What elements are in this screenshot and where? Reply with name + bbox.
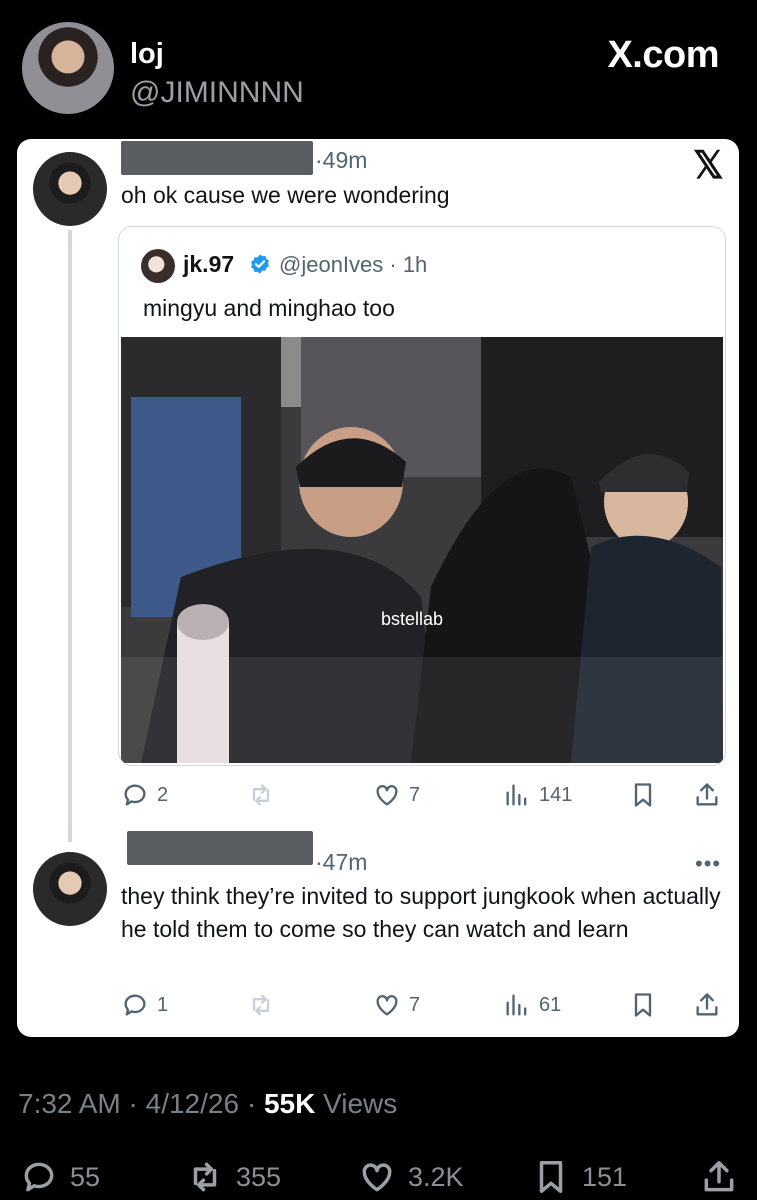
reply-icon [24,1162,54,1192]
reply-icon [124,994,146,1016]
bookmark-icon [634,783,652,807]
reply2-like-button[interactable]: 7 [373,991,420,1019]
share-button[interactable] [700,1158,738,1196]
likes-button[interactable]: 3.2K [358,1158,464,1196]
verified-badge-icon [251,254,269,274]
views-icon [506,784,527,806]
replies-button[interactable]: 55 [20,1158,100,1196]
redacted-username [121,141,313,175]
quote-avatar[interactable] [141,249,175,283]
tweet-meta: 7:32 AM · 4/12/26 · 55K Views [18,1088,398,1119]
reply1-views-button[interactable]: 141 [503,781,572,809]
redacted-username [127,831,313,865]
quote-photo[interactable] [121,337,723,763]
share-icon [696,993,718,1016]
quote-text: mingyu and minghao too [143,295,395,321]
reposts-count: 355 [236,1161,282,1192]
author-avatar[interactable] [22,22,114,114]
reply2-repost-button[interactable] [247,991,275,1019]
repost-icon [193,1162,217,1192]
like-count: 7 [409,783,421,806]
reply1-time: ·49m [315,147,368,173]
repost-icon [252,784,270,806]
views-icon [506,994,527,1016]
share-icon [696,783,718,806]
quote-handle[interactable]: @jeonIves · 1h [279,252,427,278]
reply1-repost-button[interactable] [247,781,275,809]
reply2-time: ·47m [315,849,368,875]
views-total: 55K [263,1088,316,1119]
reposts-button[interactable]: 355 [186,1158,281,1196]
reply2-views-button[interactable]: 61 [503,991,561,1019]
reply1-like-button[interactable]: 7 [373,781,420,809]
reply-count: 2 [157,783,169,806]
quote-author-name[interactable]: jk.97 [183,251,234,278]
author-handle[interactable]: @JIMINNNN [130,76,304,110]
author-name[interactable]: loj [130,38,164,71]
bookmark-icon [634,993,652,1017]
reply2-reply-button[interactable]: 1 [121,991,168,1019]
more-icon[interactable]: ••• [695,851,721,877]
bookmarks-button[interactable]: 151 [532,1158,627,1196]
reply2-share-button[interactable] [693,991,721,1019]
views-count: 141 [539,783,573,806]
reply-count: 1 [157,993,169,1016]
reply1-share-button[interactable] [693,781,721,809]
tweet-time: 7:32 AM [18,1088,121,1119]
repost-icon [252,994,270,1016]
bookmark-icon [539,1161,563,1193]
likes-count: 3.2K [408,1161,464,1192]
replies-count: 55 [70,1161,101,1192]
quoted-tweet[interactable]: jk.97 @jeonIves · 1h mingyu and minghao … [118,226,726,766]
reply2-avatar[interactable] [33,852,107,926]
reply1-reply-button[interactable]: 2 [121,781,168,809]
photo-watermark: bstellab [381,609,444,629]
reply2-text: they think they’re invited to support ju… [121,883,721,942]
brand-label: X.com [607,34,719,76]
reply-icon [124,784,146,806]
x-logo-icon: 𝕏 [693,145,724,187]
share-icon [704,1161,734,1192]
like-icon [376,785,398,806]
embedded-tweet-card: ·49m 𝕏 oh ok cause we were wondering jk.… [17,139,739,1037]
bookmarks-count: 151 [582,1161,628,1192]
thread-line [68,230,72,842]
reply1-text: oh ok cause we were wondering [121,182,450,208]
reply2-bookmark-button[interactable] [629,991,657,1019]
tweet-date: 4/12/26 [145,1088,240,1119]
like-icon [376,995,398,1016]
like-icon [362,1163,392,1192]
reply1-avatar[interactable] [33,152,107,226]
views-count: 61 [539,993,562,1016]
views-label: Views [323,1088,398,1119]
like-count: 7 [409,993,421,1016]
reply1-bookmark-button[interactable] [629,781,657,809]
